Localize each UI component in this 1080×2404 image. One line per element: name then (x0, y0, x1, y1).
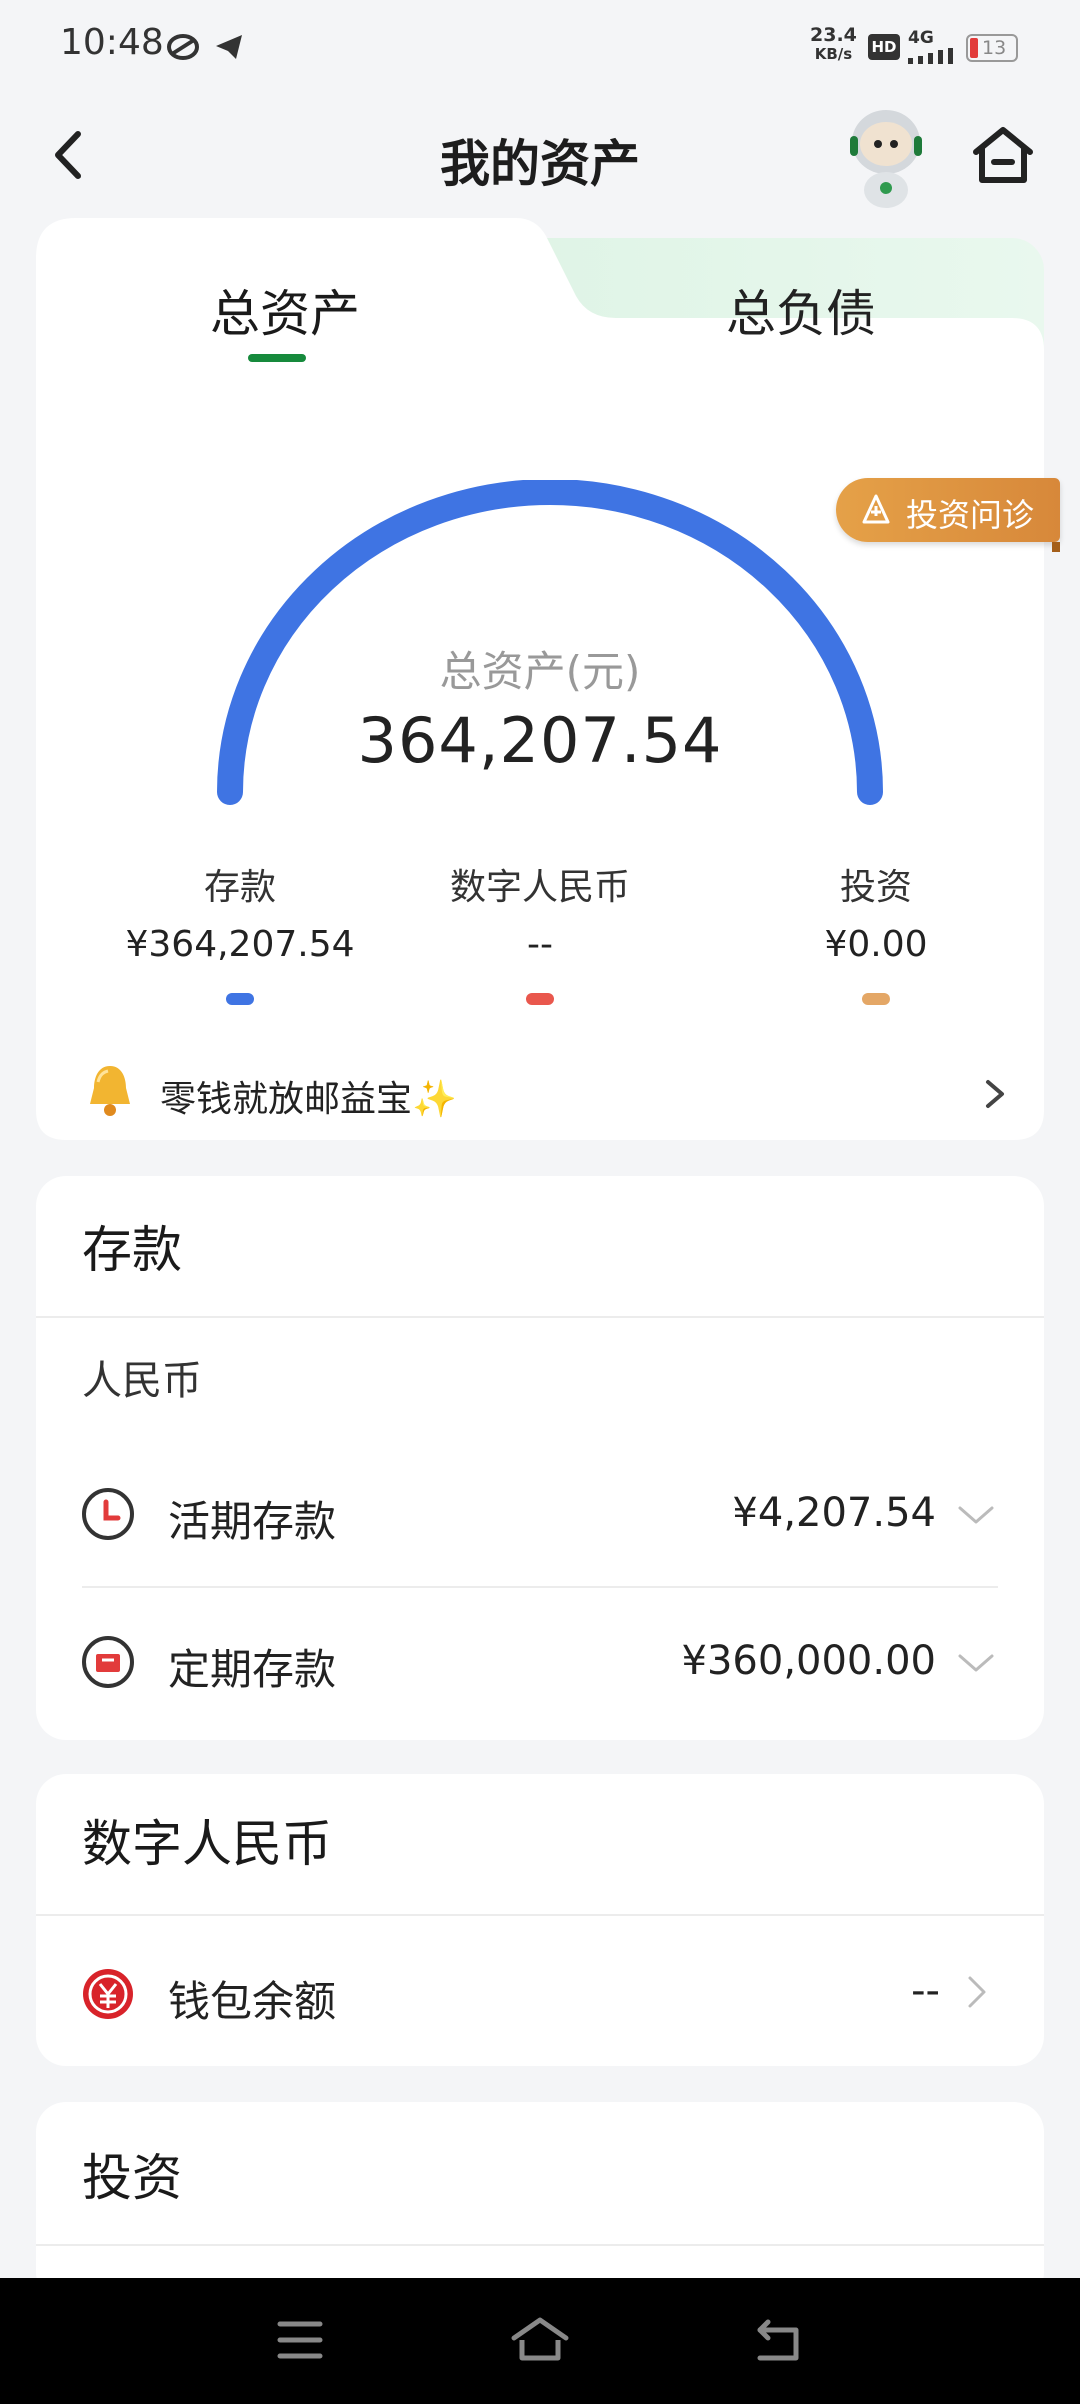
investment-diagnosis-button[interactable]: 投资问诊 (836, 478, 1060, 542)
ecny-section: 数字人民币 钱包余额 -- (36, 1774, 1044, 2066)
investment-legend-dot (862, 993, 890, 1005)
system-navigation-bar (0, 2278, 1080, 2404)
fixed-deposit-value: ¥360,000.00 (681, 1638, 936, 1684)
demand-deposit-value: ¥4,207.54 (732, 1490, 936, 1536)
telegram-icon (216, 35, 242, 59)
network-speed: 23.4 KB/s (810, 24, 857, 64)
category-deposit[interactable]: 存款 ¥364,207.54 (86, 858, 394, 1005)
ecny-icon (83, 1969, 133, 2019)
chevron-down-icon[interactable] (956, 1494, 996, 1534)
promo-banner-text[interactable]: 零钱就放邮益宝✨ (160, 1070, 457, 1122)
row-divider (82, 1586, 998, 1588)
deposit-legend-dot (226, 993, 254, 1005)
investment-section: 投资 (36, 2102, 1044, 2302)
assistant-avatar-icon[interactable] (836, 100, 936, 210)
ecny-section-title: 数字人民币 (82, 1815, 332, 1873)
chevron-right-icon[interactable] (956, 1972, 996, 2012)
chevron-down-icon[interactable] (956, 1642, 996, 1682)
deposits-section-title: 存款 (82, 1221, 182, 1279)
gauge-label: 总资产(元) (439, 647, 641, 696)
status-bar: 10:48 23.4 KB/s HD 4G 13 (0, 0, 1080, 96)
investment-section-title: 投资 (82, 2149, 182, 2207)
wallet-balance-value: -- (911, 1968, 940, 2014)
hd-badge: HD (868, 34, 900, 60)
clock-icon (82, 1488, 134, 1540)
home-nav-icon[interactable] (508, 2314, 572, 2364)
menu-icon[interactable] (276, 2318, 324, 2362)
diagnosis-label: 投资问诊 (906, 496, 1035, 534)
category-ecny[interactable]: 数字人民币 -- (396, 858, 684, 1005)
section-divider (36, 2244, 1044, 2246)
demand-deposit-label: 活期存款 (168, 1497, 337, 1546)
diagnosis-tab-tail (1052, 542, 1060, 552)
currency-label: 人民币 (82, 1358, 202, 1404)
section-divider (36, 1316, 1044, 1318)
gauge-total-value: 364,207.54 (357, 704, 723, 777)
tab-total-liabilities[interactable]: 总负债 (726, 274, 876, 346)
bell-icon (90, 1066, 130, 1116)
section-divider (36, 1914, 1044, 1916)
deposits-section: 存款 人民币 活期存款 ¥4,207.54 定期存款 ¥360,000.00 (36, 1176, 1044, 1740)
chevron-right-icon[interactable] (980, 1074, 1010, 1114)
wallet-balance-label: 钱包余额 (168, 1977, 337, 2026)
calendar-icon (82, 1636, 134, 1688)
status-time: 10:48 (60, 22, 164, 63)
tab-total-assets[interactable]: 总资产 (210, 274, 360, 346)
tab-active-indicator (248, 354, 306, 362)
sync-icon (167, 34, 199, 60)
back-nav-icon[interactable] (752, 2316, 804, 2364)
ecny-legend-dot (526, 993, 554, 1005)
network-type: 4G (908, 28, 956, 69)
home-icon[interactable] (970, 122, 1036, 188)
category-investment[interactable]: 投资 ¥0.00 (736, 858, 1016, 1005)
asset-summary-card: 总资产 总负债 总资产(元) 364,207.54 投资问诊 存款 ¥364,2… (36, 218, 1060, 1140)
signal-icon (908, 48, 953, 64)
fixed-deposit-label: 定期存款 (168, 1645, 337, 1694)
diagnosis-icon (862, 494, 890, 524)
battery-icon: 13 (966, 34, 1018, 62)
